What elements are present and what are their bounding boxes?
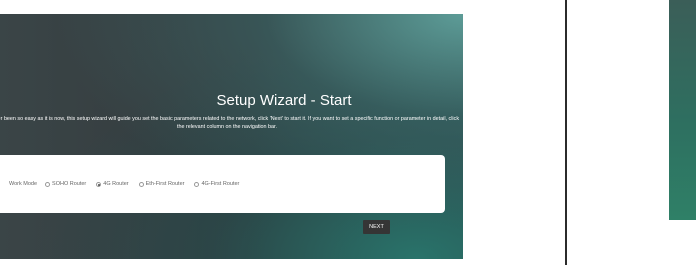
- next-button[interactable]: NEXT: [363, 220, 390, 234]
- work-mode-option-4g-router[interactable]: 4G Router: [96, 181, 129, 187]
- divider: [565, 0, 567, 265]
- adjacent-panel: [669, 0, 696, 220]
- radio-4g-first-router[interactable]: [194, 181, 200, 187]
- radio-4g-router[interactable]: [96, 181, 102, 187]
- setup-wizard-panel: Setup Wizard - Start ver been so easy as…: [0, 14, 463, 259]
- option-label: Eth-First Router: [145, 181, 185, 187]
- work-mode-row: Work Mode SOHO Router 4G Router Eth-Firs…: [9, 181, 245, 187]
- option-label: 4G-First Router: [201, 181, 240, 187]
- work-mode-option-soho-router[interactable]: SOHO Router: [45, 181, 86, 187]
- option-label: SOHO Router: [52, 181, 87, 187]
- work-mode-option-4g-first-router[interactable]: 4G-First Router: [194, 181, 239, 187]
- work-mode-option-eth-first-router[interactable]: Eth-First Router: [138, 181, 185, 187]
- radio-eth-first-router[interactable]: [138, 181, 144, 187]
- wizard-description: ver been so easy as it is now, this setu…: [0, 116, 460, 130]
- wizard-title: Setup Wizard - Start: [216, 92, 352, 109]
- option-label: 4G Router: [103, 181, 129, 187]
- radio-soho-router[interactable]: [45, 181, 51, 187]
- work-mode-label: Work Mode: [9, 181, 38, 187]
- work-mode-card: Work Mode SOHO Router 4G Router Eth-Firs…: [0, 155, 445, 213]
